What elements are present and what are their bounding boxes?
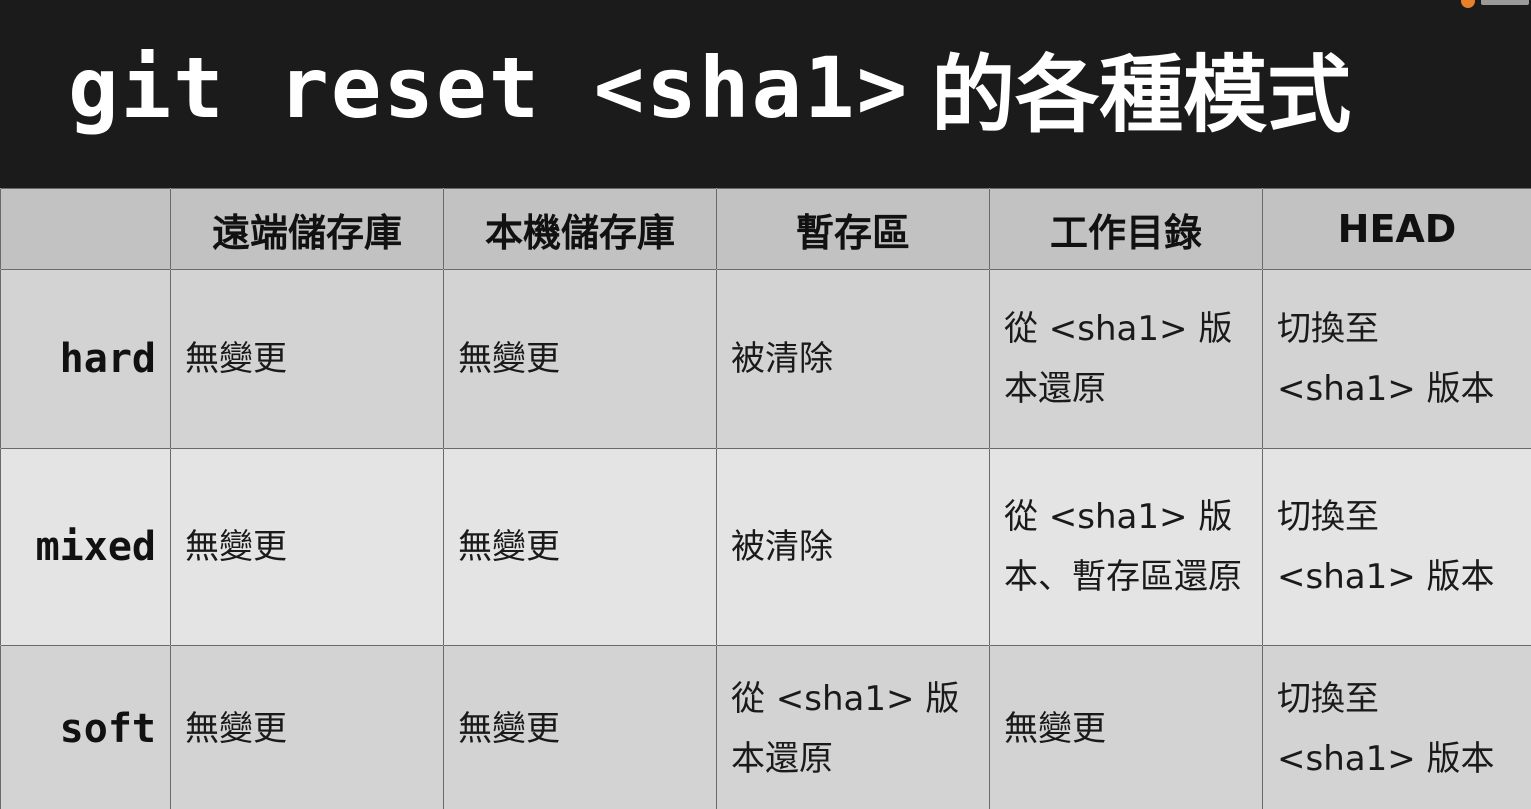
title-command: git reset <sha1> <box>68 39 910 137</box>
slide: git reset <sha1> 的各種模式 遠端儲存庫 本機儲存庫 暫存區 工… <box>0 0 1531 809</box>
mode-soft: soft <box>0 645 171 809</box>
table-cell: 無變更 <box>443 645 717 809</box>
corner-logo-icon <box>1461 0 1531 8</box>
table-cell: 無變更 <box>170 448 444 646</box>
table-header-row: 遠端儲存庫 本機儲存庫 暫存區 工作目錄 HEAD <box>0 188 1531 270</box>
logo-text-mark <box>1481 0 1529 5</box>
header-corner <box>0 188 171 270</box>
table-cell: 被清除 <box>716 448 990 646</box>
header-head: HEAD <box>1262 188 1531 270</box>
table-cell: 從 <sha1> 版本還原 <box>716 645 990 809</box>
slide-title: git reset <sha1> 的各種模式 <box>68 28 1351 148</box>
table-cell: 被清除 <box>716 269 990 449</box>
logo-dot-icon <box>1461 0 1475 8</box>
table-cell: 無變更 <box>989 645 1263 809</box>
table-cell: 從 <sha1> 版本、暫存區還原 <box>989 448 1263 646</box>
header-local-repo: 本機儲存庫 <box>443 188 717 270</box>
header-remote-repo: 遠端儲存庫 <box>170 188 444 270</box>
mode-mixed: mixed <box>0 448 171 646</box>
table-row: soft 無變更 無變更 從 <sha1> 版本還原 無變更 切換至 <sha1… <box>0 645 1531 809</box>
table-cell: 切換至 <sha1> 版本 <box>1262 448 1531 646</box>
table-cell: 無變更 <box>170 269 444 449</box>
table-cell: 無變更 <box>443 269 717 449</box>
table-cell: 切換至 <sha1> 版本 <box>1262 645 1531 809</box>
reset-modes-table: 遠端儲存庫 本機儲存庫 暫存區 工作目錄 HEAD hard 無變更 無變更 被… <box>0 188 1531 809</box>
table-row: mixed 無變更 無變更 被清除 從 <sha1> 版本、暫存區還原 切換至 … <box>0 448 1531 646</box>
table-cell: 從 <sha1> 版本還原 <box>989 269 1263 449</box>
table-cell: 無變更 <box>170 645 444 809</box>
table-cell: 切換至 <sha1> 版本 <box>1262 269 1531 449</box>
mode-hard: hard <box>0 269 171 449</box>
header-staging-area: 暫存區 <box>716 188 990 270</box>
header-working-dir: 工作目錄 <box>989 188 1263 270</box>
title-suffix: 的各種模式 <box>931 45 1352 144</box>
table-row: hard 無變更 無變更 被清除 從 <sha1> 版本還原 切換至 <sha1… <box>0 269 1531 449</box>
table-cell: 無變更 <box>443 448 717 646</box>
